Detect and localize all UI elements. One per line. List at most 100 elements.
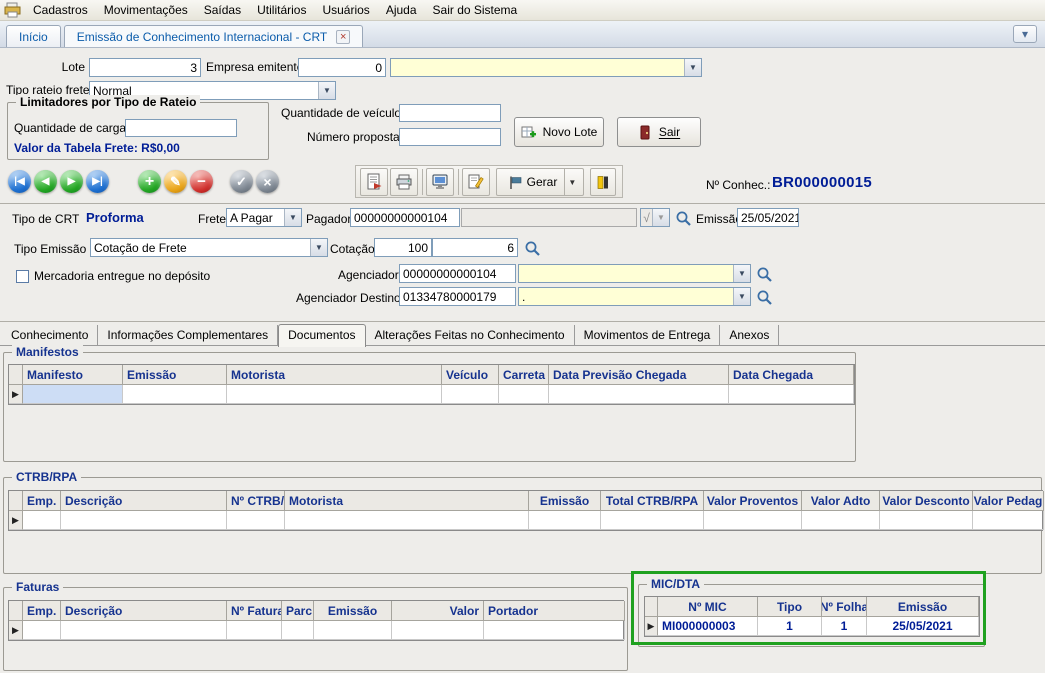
grid-cell-mic-numero[interactable]: MI000000003 bbox=[658, 617, 758, 636]
next-record-button[interactable]: ▶ bbox=[60, 170, 83, 193]
edit-record-button[interactable]: ✎ bbox=[164, 170, 187, 193]
agenciador-destino-select[interactable]: . ▼ bbox=[518, 287, 751, 306]
gerar-button-main[interactable]: Gerar bbox=[501, 169, 565, 195]
empresa-emitente-input[interactable]: 0 bbox=[298, 58, 386, 77]
menu-usuarios[interactable]: Usuários bbox=[314, 1, 377, 19]
grid-cell[interactable] bbox=[23, 385, 123, 404]
grid-cell[interactable] bbox=[61, 621, 227, 640]
tab-alteracoes-feitas[interactable]: Alterações Feitas no Conhecimento bbox=[366, 325, 575, 346]
quantidade-veiculos-input[interactable] bbox=[399, 104, 501, 122]
grid-cell[interactable] bbox=[802, 511, 880, 530]
confirm-button[interactable]: ✓ bbox=[230, 170, 253, 193]
grid-cell[interactable] bbox=[61, 511, 227, 530]
menu-sair-do-sistema[interactable]: Sair do Sistema bbox=[425, 1, 526, 19]
agenciador-select[interactable]: ▼ bbox=[518, 264, 751, 283]
tipo-emissao-select[interactable]: Cotação de Frete ▼ bbox=[90, 238, 328, 257]
frete-select[interactable]: A Pagar ▼ bbox=[226, 208, 302, 227]
menu-saidas[interactable]: Saídas bbox=[196, 1, 249, 19]
tab-anexos[interactable]: Anexos bbox=[720, 325, 779, 346]
grid-cell[interactable] bbox=[314, 621, 392, 640]
add-record-button[interactable]: + bbox=[138, 170, 161, 193]
grid-cell[interactable] bbox=[601, 511, 704, 530]
grid-cell[interactable] bbox=[227, 621, 282, 640]
agenciador-destino-input[interactable]: 01334780000179 bbox=[399, 287, 516, 306]
faturas-grid[interactable]: Emp. Descrição Nº Fatura Parc Emissão Va… bbox=[8, 600, 624, 641]
tab-conhecimento[interactable]: Conhecimento bbox=[2, 325, 98, 346]
mic-dta-grid[interactable]: Nº MIC Tipo Nº Folha Emissão ▶ MI0000000… bbox=[644, 596, 980, 637]
chevron-down-icon[interactable]: ▼ bbox=[318, 82, 335, 99]
report-preview-button[interactable] bbox=[360, 168, 388, 196]
grid-cell[interactable] bbox=[549, 385, 729, 404]
manifestos-empty-row[interactable]: ▶ bbox=[9, 385, 854, 404]
first-record-button[interactable]: |◀ bbox=[8, 170, 31, 193]
search-icon[interactable] bbox=[524, 240, 541, 257]
grid-cell[interactable] bbox=[499, 385, 549, 404]
grid-cell[interactable] bbox=[285, 511, 529, 530]
tab-documentos[interactable]: Documentos bbox=[278, 324, 365, 347]
edit-form-button[interactable] bbox=[462, 168, 490, 196]
grid-cell-mic-folha[interactable]: 1 bbox=[822, 617, 867, 636]
menu-utilitarios[interactable]: Utilitários bbox=[249, 1, 314, 19]
cotacao-sequencia-input[interactable]: 6 bbox=[432, 238, 518, 257]
chevron-down-icon[interactable]: ▼ bbox=[564, 169, 579, 195]
grid-cell[interactable] bbox=[227, 511, 285, 530]
grid-cell[interactable] bbox=[227, 385, 442, 404]
cotacao-numero-input[interactable]: 100 bbox=[374, 238, 432, 257]
grid-cell-mic-emissao[interactable]: 25/05/2021 bbox=[867, 617, 979, 636]
grid-cell[interactable] bbox=[282, 621, 314, 640]
display-button[interactable] bbox=[426, 168, 454, 196]
grid-cell[interactable] bbox=[529, 511, 601, 530]
chevron-down-icon[interactable]: ▼ bbox=[310, 239, 327, 256]
previous-record-button[interactable]: ◀ bbox=[34, 170, 57, 193]
print-button[interactable] bbox=[390, 168, 418, 196]
menu-ajuda[interactable]: Ajuda bbox=[378, 1, 425, 19]
tab-informacoes-complementares[interactable]: Informações Complementares bbox=[98, 325, 278, 346]
gerar-button[interactable]: Gerar ▼ bbox=[496, 168, 584, 196]
cancel-button[interactable]: × bbox=[256, 170, 279, 193]
last-record-button[interactable]: ▶| bbox=[86, 170, 109, 193]
grid-cell[interactable] bbox=[392, 621, 484, 640]
grid-cell[interactable] bbox=[23, 621, 61, 640]
chevron-down-icon[interactable]: ▼ bbox=[733, 265, 750, 282]
chevron-down-icon[interactable]: ▼ bbox=[733, 288, 750, 305]
row-selector[interactable]: ▶ bbox=[9, 621, 23, 640]
faturas-empty-row[interactable]: ▶ bbox=[9, 621, 623, 640]
grid-cell[interactable] bbox=[442, 385, 499, 404]
menu-cadastros[interactable]: Cadastros bbox=[25, 1, 96, 19]
chevron-down-icon[interactable]: ▾ bbox=[1013, 25, 1037, 43]
delete-record-button[interactable]: − bbox=[190, 170, 213, 193]
mercadoria-deposito-checkbox[interactable] bbox=[16, 270, 29, 283]
empresa-emitente-select[interactable]: ▼ bbox=[390, 58, 702, 77]
close-tab-icon[interactable]: × bbox=[336, 30, 350, 44]
row-selector[interactable]: ▶ bbox=[645, 617, 658, 636]
ctrb-rpa-grid[interactable]: Emp. Descrição Nº CTRB/RPA Motorista Emi… bbox=[8, 490, 1043, 531]
grid-cell[interactable] bbox=[973, 511, 1044, 530]
grid-cell[interactable] bbox=[729, 385, 854, 404]
mic-dta-row[interactable]: ▶ MI000000003 1 1 25/05/2021 bbox=[645, 617, 979, 636]
lote-input[interactable]: 3 bbox=[89, 58, 201, 77]
search-icon[interactable] bbox=[756, 289, 773, 306]
tab-emissao-crt[interactable]: Emissão de Conhecimento Internacional - … bbox=[64, 25, 364, 47]
numero-proposta-input[interactable] bbox=[399, 128, 501, 146]
grid-cell[interactable] bbox=[484, 621, 625, 640]
grid-cell[interactable] bbox=[704, 511, 802, 530]
grid-cell-mic-tipo[interactable]: 1 bbox=[758, 617, 822, 636]
menu-movimentacoes[interactable]: Movimentações bbox=[96, 1, 196, 19]
pagador-input[interactable]: 00000000000104 bbox=[350, 208, 460, 227]
manifestos-grid[interactable]: Manifesto Emissão Motorista Veículo Carr… bbox=[8, 364, 855, 405]
row-selector[interactable]: ▶ bbox=[9, 385, 23, 404]
grid-cell[interactable] bbox=[23, 511, 61, 530]
novo-lote-button[interactable]: Novo Lote bbox=[514, 117, 604, 147]
quantidade-cargas-input[interactable] bbox=[125, 119, 237, 137]
ctrb-rpa-empty-row[interactable]: ▶ bbox=[9, 511, 1042, 530]
tab-movimentos-entrega[interactable]: Movimentos de Entrega bbox=[575, 325, 721, 346]
chevron-down-icon[interactable]: ▼ bbox=[684, 59, 701, 76]
emissao-input[interactable]: 25/05/2021 bbox=[737, 208, 799, 227]
row-selector[interactable]: ▶ bbox=[9, 511, 23, 530]
search-icon[interactable] bbox=[675, 210, 692, 227]
grid-cell[interactable] bbox=[880, 511, 973, 530]
sair-button[interactable]: Sair bbox=[617, 117, 701, 147]
tab-inicio[interactable]: Início bbox=[6, 25, 61, 47]
agenciador-input[interactable]: 00000000000104 bbox=[399, 264, 516, 283]
grid-cell[interactable] bbox=[123, 385, 227, 404]
